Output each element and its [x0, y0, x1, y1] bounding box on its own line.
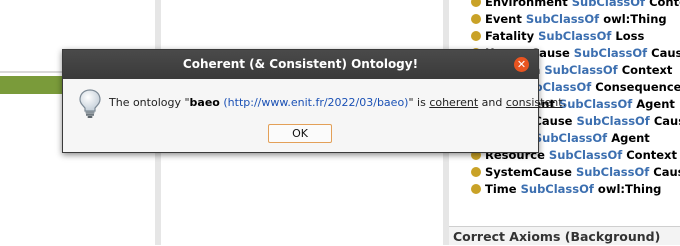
axiom-target: owl:Thing — [603, 12, 667, 26]
ontology-dialog: Coherent (& Consistent) Ontology! ✕ The … — [62, 49, 566, 153]
ok-button[interactable]: OK — [268, 124, 332, 143]
coherent-word: coherent — [429, 96, 479, 109]
axiom-item[interactable]: Time SubClassOf owl:Thing — [470, 181, 680, 198]
axiom-item[interactable]: SystemCause SubClassOf Cause — [470, 164, 680, 181]
dialog-title: Coherent (& Consistent) Ontology! — [182, 57, 419, 71]
message-prefix: The ontology " — [109, 96, 190, 109]
message-and: and — [478, 96, 506, 109]
axiom-keyword: SubClassOf — [576, 114, 650, 128]
lightbulb-icon — [79, 89, 101, 118]
message-mid: " is — [408, 96, 430, 109]
axiom-target: Cause — [651, 46, 680, 60]
section-header: Correct Axioms (Background) — [449, 226, 680, 245]
axiom-class: SystemCause — [485, 165, 572, 179]
axiom-keyword: SubClassOf — [544, 63, 618, 77]
axiom-target: Agent — [611, 131, 650, 145]
axiom-target: owl:Thing — [597, 182, 662, 196]
axiom-keyword: SubClassOf — [573, 46, 648, 60]
axiom-target: Context — [649, 0, 680, 9]
dialog-message: The ontology "baeo (http://www.enit.fr/2… — [109, 96, 566, 109]
axiom-target: Context — [621, 63, 673, 77]
axiom-class: Fatality — [485, 29, 535, 43]
close-icon: ✕ — [516, 58, 527, 71]
axiom-item[interactable]: Environment SubClassOf Context — [470, 0, 680, 11]
close-button[interactable]: ✕ — [514, 57, 529, 72]
axiom-keyword: SubClassOf — [571, 0, 646, 9]
class-dot-icon — [471, 167, 481, 177]
message-end: . — [562, 96, 567, 109]
axiom-keyword: SubClassOf — [558, 97, 633, 111]
ontology-iri: (http://www.enit.fr/2022/03/baeo) — [223, 96, 409, 109]
class-dot-icon — [471, 0, 481, 7]
class-dot-icon — [471, 184, 481, 194]
axiom-target: Consequence — [595, 80, 680, 94]
axiom-keyword: SubClassOf — [533, 131, 608, 145]
class-dot-icon — [471, 31, 481, 41]
axiom-class: Time — [485, 182, 517, 196]
axiom-class: Event — [485, 12, 522, 26]
axiom-keyword: SubClassOf — [520, 182, 594, 196]
axiom-keyword: SubClassOf — [548, 148, 623, 162]
consistent-word: consistent — [505, 96, 563, 109]
dialog-titlebar[interactable]: Coherent (& Consistent) Ontology! ✕ — [63, 50, 538, 79]
axiom-target: Agent — [636, 97, 675, 111]
axiom-keyword: SubClassOf — [525, 12, 600, 26]
axiom-class: Environment — [485, 0, 568, 9]
axiom-target: Loss — [615, 29, 645, 43]
axiom-target: Context — [626, 148, 677, 162]
axiom-target: Cause — [653, 165, 680, 179]
axiom-keyword: SubClassOf — [538, 29, 612, 43]
axiom-target: Cause — [653, 114, 680, 128]
axiom-item[interactable]: Fatality SubClassOf Loss — [470, 28, 680, 45]
axiom-item[interactable]: Event SubClassOf owl:Thing — [470, 11, 680, 28]
axiom-keyword: SubClassOf — [575, 165, 650, 179]
ontology-name: baeo — [189, 96, 220, 109]
class-dot-icon — [471, 14, 481, 24]
